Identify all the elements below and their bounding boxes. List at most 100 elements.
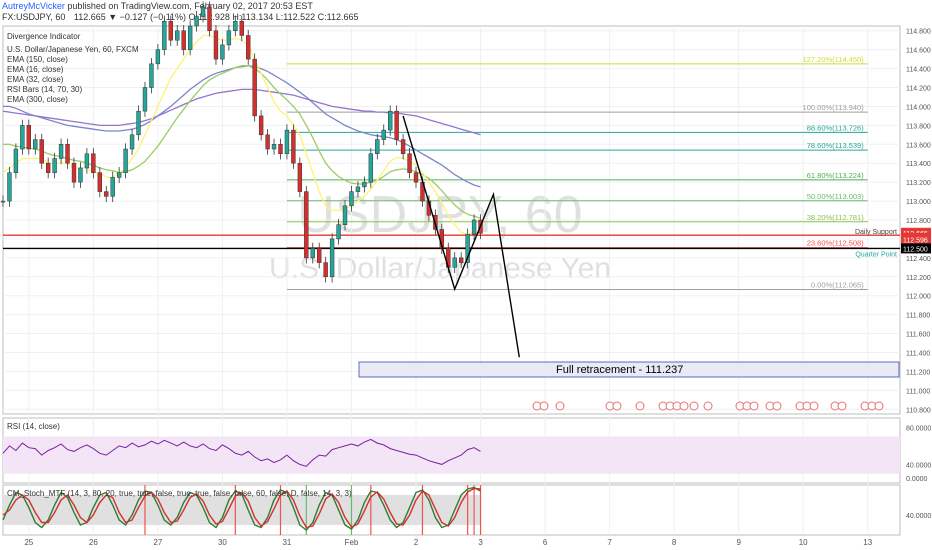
candle-body [226, 30, 232, 46]
trading-chart[interactable]: USDJPY, 60 U.S. Dollar/Japanese Yen 110.… [0, 0, 932, 550]
candle-body [246, 35, 251, 60]
x-tick-label: 13 [863, 538, 872, 547]
candle-body [149, 63, 154, 88]
candle-body [258, 115, 264, 136]
chart-title: U.S. Dollar/Japanese Yen, 60, FXCM [7, 45, 139, 54]
candle-body [413, 172, 419, 183]
event-flag-icon [874, 401, 884, 411]
candle-body [220, 44, 225, 60]
candle-body [0, 200, 6, 203]
event-flag-icon [809, 401, 819, 411]
x-tick-label: 2 [414, 538, 419, 547]
fib-level-label: 23.60%(112.508) [807, 239, 864, 248]
candle-body [375, 139, 380, 155]
indicator-label-2: EMA (16, close) [7, 65, 64, 74]
candle-body [168, 21, 173, 41]
indicator-label-5: EMA (300, close) [7, 95, 68, 104]
candle-body [142, 87, 148, 112]
candle-body [252, 58, 257, 117]
y-tick-label: 112.800 [906, 218, 931, 225]
candle-body [39, 139, 44, 164]
x-tick-label: 8 [672, 538, 677, 547]
candle-body [13, 148, 19, 173]
x-tick-label: 27 [153, 538, 162, 547]
candle-body [349, 191, 354, 207]
y-tick-label: 111.000 [906, 388, 930, 395]
candle-body [123, 148, 128, 173]
candle-body [162, 21, 167, 50]
stoch-tick-label: 40.0000 [906, 513, 931, 520]
y-tick-label: 114.000 [906, 104, 931, 111]
candle-body [91, 153, 96, 173]
candle-body [355, 186, 361, 192]
y-tick-label: 114.200 [906, 86, 931, 93]
candle-body [368, 153, 374, 183]
indicator-label-1: EMA (150, close) [7, 55, 68, 64]
event-flag-icon [689, 401, 699, 411]
x-tick-label: 31 [282, 538, 291, 547]
y-tick-label: 113.600 [906, 142, 931, 149]
candle-body [104, 191, 109, 197]
candle-body [26, 125, 31, 150]
fib-level-label: 100.00%(113.940) [803, 103, 865, 112]
y-tick-label: 113.400 [906, 161, 931, 168]
x-tick-label: 10 [799, 538, 808, 547]
candle-body [452, 257, 457, 268]
x-tick-label: 7 [607, 538, 612, 547]
retracement-box[interactable]: Full retracement - 111.237 [358, 361, 900, 378]
candle-body [200, 6, 206, 17]
candle-body [97, 172, 102, 192]
candle-body [278, 144, 283, 155]
fib-level-label: 38.20%(112.781) [807, 213, 864, 222]
y-tick-label: 112.000 [906, 294, 931, 301]
rsi-band [3, 436, 900, 474]
candle-body [317, 248, 322, 263]
x-tick-label: 6 [543, 538, 548, 547]
fib-level-label: 78.60%(113.539) [807, 141, 864, 150]
rsi-pane: 40.0000 80.0000 0.0000 [2, 425, 931, 483]
candle-body [84, 153, 90, 169]
rsi-tick-label: 80.0000 [906, 425, 931, 432]
candle-body [458, 257, 464, 263]
y-tick-label: 114.600 [906, 48, 931, 55]
event-flag-icon [612, 401, 622, 411]
retracement-label: Full retracement - 111.237 [556, 364, 683, 376]
event-flag-icon [679, 401, 689, 411]
y-tick-label: 112.400 [906, 256, 931, 263]
indicator-label-4: RSI Bars (14, 70, 30) [7, 85, 82, 94]
candle-body [323, 262, 328, 278]
fib-level-label: 0.00%(112.065) [811, 281, 864, 290]
candle-body [213, 30, 219, 60]
candle-body [407, 153, 412, 173]
y-tick-label: 111.200 [906, 369, 930, 376]
candle-body [136, 110, 141, 136]
candle-body [65, 144, 70, 164]
candle-body [194, 16, 199, 27]
candle-body [336, 224, 341, 240]
y-tick-label: 114.800 [906, 29, 931, 36]
event-flag-icon [749, 401, 759, 411]
candle-body [129, 134, 135, 150]
y-tick-label: 111.400 [906, 350, 930, 357]
y-tick-label: 114.400 [906, 67, 931, 74]
event-flag-icon [837, 401, 847, 411]
candle-body [284, 129, 290, 155]
candle-body [400, 139, 406, 155]
candle-body [291, 129, 296, 164]
indicator-label-0: Divergence Indicator [7, 32, 81, 41]
x-tick-label: 30 [218, 538, 227, 547]
candle-body [233, 21, 238, 31]
candle-body [52, 158, 57, 173]
candle-body [342, 205, 348, 225]
candle-body [381, 129, 386, 140]
candle-body [45, 162, 51, 173]
level-label: Daily Support [855, 229, 897, 236]
x-tick-label: 25 [24, 538, 33, 547]
rsi-zero-label: 0.0000 [906, 476, 928, 483]
candle-body [71, 162, 77, 183]
x-tick-label: 9 [736, 538, 741, 547]
event-flag-icon [555, 401, 565, 411]
candle-body [239, 21, 244, 36]
candle-body [310, 248, 315, 259]
candle-body [181, 30, 186, 50]
